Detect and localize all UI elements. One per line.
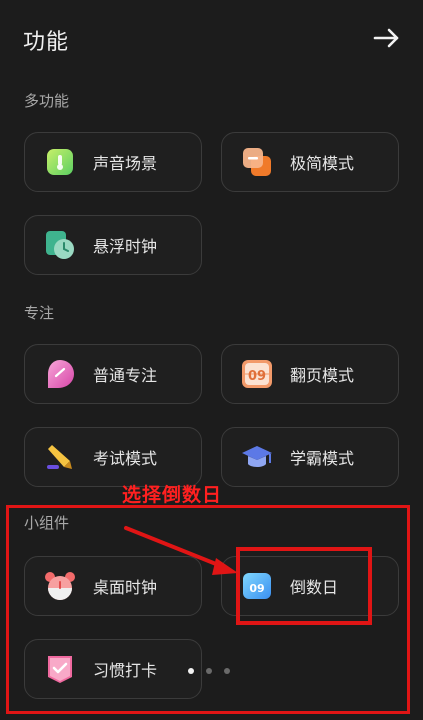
card-label: 考试模式 [93,449,158,468]
card-floating-clock[interactable]: 悬浮时钟 [24,215,202,275]
card-label: 普通专注 [93,366,158,385]
card-exam-mode[interactable]: 考试模式 [24,427,202,487]
card-flip-mode[interactable]: 09 翻页模式 [221,344,399,404]
card-label: 悬浮时钟 [93,237,158,256]
section-label-multi: 多功能 [24,92,70,110]
annotation-box-countdown [236,547,372,625]
exam-pen-icon [43,440,77,474]
sound-scene-icon [43,145,77,179]
card-sound-scene[interactable]: 声音场景 [24,132,202,192]
floating-clock-icon [43,228,77,262]
flip-mode-icon: 09 [240,357,274,391]
graduation-cap-icon [240,440,274,474]
card-minimal-mode[interactable]: 极简模式 [221,132,399,192]
card-label: 翻页模式 [290,366,355,385]
card-normal-focus[interactable]: 普通专注 [24,344,202,404]
section-label-focus: 专注 [24,304,55,322]
function-screen: 功能 多功能 声音场景 极简模式 悬浮时钟 专注 普通专注 09 翻页模式 考试… [0,0,423,720]
card-label: 学霸模式 [290,449,355,468]
card-label: 极简模式 [290,154,355,173]
minimal-mode-icon [240,145,274,179]
card-top-student-mode[interactable]: 学霸模式 [221,427,399,487]
page-title: 功能 [23,30,70,55]
arrow-right-icon[interactable] [373,26,401,50]
normal-focus-icon [43,357,77,391]
annotation-text: 选择倒数日 [122,484,223,506]
flip-mode-icon-text: 09 [248,369,266,384]
card-label: 声音场景 [93,154,158,173]
